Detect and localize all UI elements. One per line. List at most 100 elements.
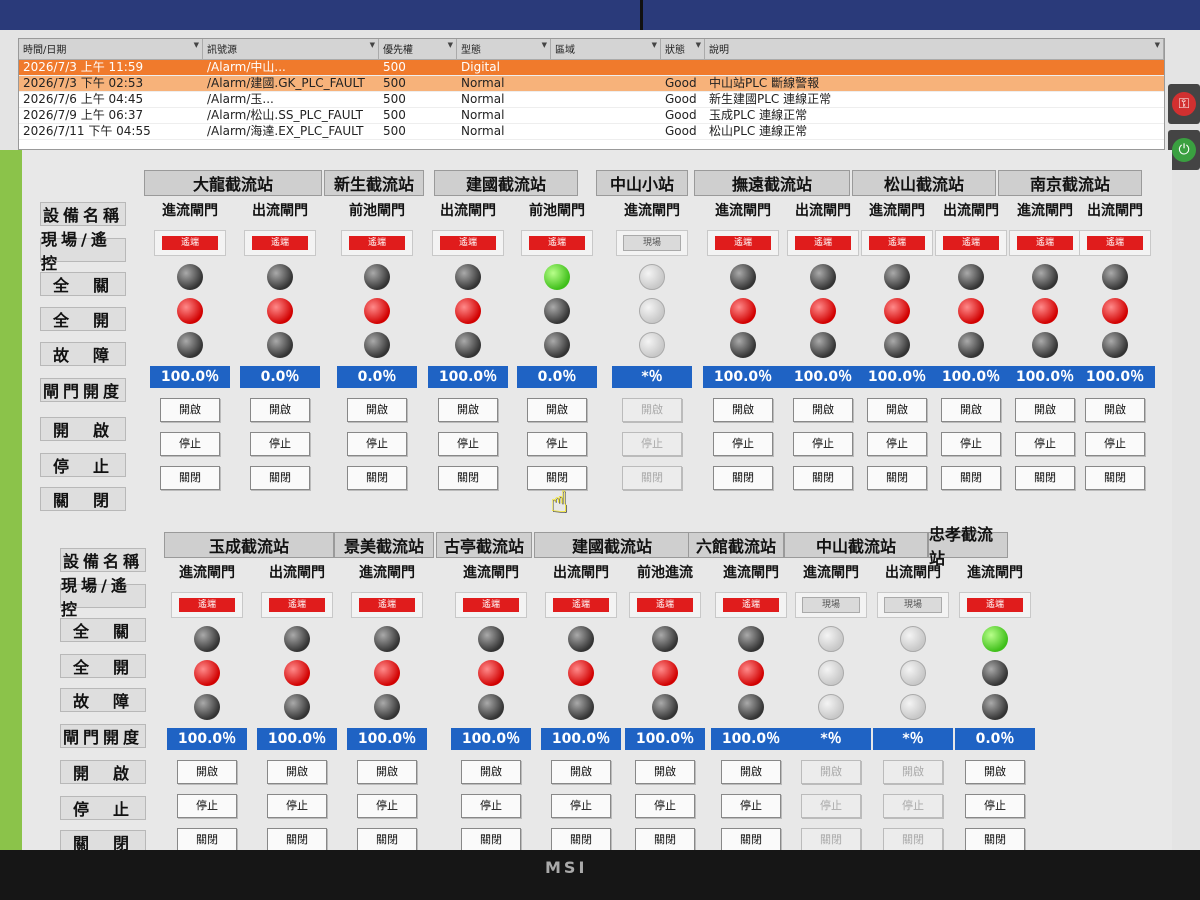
close-button[interactable]: 關閉 [1085, 466, 1145, 490]
alarm-row[interactable]: 2026/7/3 下午 02:53/Alarm/建國.GK_PLC_FAULT 5… [19, 76, 1164, 92]
open-button[interactable]: 開啟 [713, 398, 773, 422]
row-label-full-close: 全 關 [60, 618, 146, 642]
alarm-cell-state: Good [665, 92, 697, 106]
fault-lamp [194, 694, 220, 720]
close-button[interactable]: 關閉 [713, 466, 773, 490]
close-button[interactable]: 關閉 [793, 466, 853, 490]
col-source[interactable]: 訊號源 [203, 39, 379, 59]
open-button[interactable]: 開啟 [793, 398, 853, 422]
row-label-full-close: 全 關 [40, 272, 126, 296]
stop-button[interactable]: 停止 [250, 432, 310, 456]
col-priority[interactable]: 優先權 [379, 39, 457, 59]
stop-button[interactable]: 停止 [721, 794, 781, 818]
stop-button[interactable]: 停止 [347, 432, 407, 456]
open-button[interactable]: 開啟 [1085, 398, 1145, 422]
alarm-row[interactable]: 2026/7/11 下午 04:55/Alarm/海達.EX_PLC_FAULT… [19, 124, 1164, 140]
open-button[interactable]: 開啟 [721, 760, 781, 784]
fault-lamp [818, 694, 844, 720]
col-area[interactable]: 區域 [551, 39, 661, 59]
stop-button[interactable]: 停止 [438, 432, 498, 456]
stop-button[interactable]: 停止 [551, 794, 611, 818]
close-button[interactable]: 關閉 [347, 466, 407, 490]
row-label-stop: 停 止 [40, 453, 126, 477]
gate-name: 出流閘門 [553, 565, 609, 581]
close-button[interactable]: 關閉 [357, 828, 417, 852]
open-button[interactable]: 開啟 [250, 398, 310, 422]
open-button[interactable]: 開啟 [1015, 398, 1075, 422]
open-button[interactable]: 開啟 [267, 760, 327, 784]
gate-opening-value: 100.0％ [783, 366, 863, 388]
key-button[interactable]: ⚿ [1168, 84, 1200, 124]
full-open-lamp [884, 298, 910, 324]
alarm-cell-desc [705, 60, 1164, 75]
close-button[interactable]: 關閉 [160, 466, 220, 490]
alarm-cell-desc: 新生建國PLC 連線正常 [709, 92, 832, 106]
open-button[interactable]: 開啟 [941, 398, 1001, 422]
stop-button[interactable]: 停止 [527, 432, 587, 456]
close-button[interactable]: 關閉 [1015, 466, 1075, 490]
stop-button[interactable]: 停止 [267, 794, 327, 818]
close-button[interactable]: 關閉 [438, 466, 498, 490]
gate-name: 前池進流 [637, 565, 693, 581]
mode-text: 遙端 [349, 236, 405, 250]
alarm-cell-type: Normal [461, 92, 505, 106]
open-button[interactable]: 開啟 [357, 760, 417, 784]
col-time[interactable]: 時間/日期 [19, 39, 203, 59]
stop-button[interactable]: 停止 [177, 794, 237, 818]
close-button[interactable]: 關閉 [965, 828, 1025, 852]
close-button[interactable]: 關閉 [250, 466, 310, 490]
full-close-lamp [568, 626, 594, 652]
stop-button[interactable]: 停止 [1085, 432, 1145, 456]
stop-button[interactable]: 停止 [941, 432, 1001, 456]
full-close-lamp [639, 264, 665, 290]
stop-button[interactable]: 停止 [357, 794, 417, 818]
close-button[interactable]: 關閉 [551, 828, 611, 852]
alarm-row[interactable]: 2026/7/3 上午 11:59/Alarm/中山... 500 Digital [19, 60, 1164, 76]
alarm-row[interactable]: 2026/7/9 上午 06:37/Alarm/松山.SS_PLC_FAULT 5… [19, 108, 1164, 124]
full-close-lamp [194, 626, 220, 652]
open-button[interactable]: 開啟 [867, 398, 927, 422]
gate-opening-value: 0.0％ [517, 366, 597, 388]
alarm-cell-area [551, 108, 661, 123]
close-button[interactable]: 關閉 [461, 828, 521, 852]
full-open-lamp [568, 660, 594, 686]
stop-button[interactable]: 停止 [713, 432, 773, 456]
stop-button[interactable]: 停止 [867, 432, 927, 456]
close-button[interactable]: 關閉 [941, 466, 1001, 490]
alarm-cell-time: 2026/7/11 下午 04:55 [23, 124, 151, 138]
stop-button[interactable]: 停止 [965, 794, 1025, 818]
open-button[interactable]: 開啟 [347, 398, 407, 422]
close-button[interactable]: 關閉 [267, 828, 327, 852]
col-state[interactable]: 狀態 [661, 39, 705, 59]
open-button[interactable]: 開啟 [160, 398, 220, 422]
open-button[interactable]: 開啟 [527, 398, 587, 422]
col-desc[interactable]: 說明 [705, 39, 1164, 59]
fault-lamp [478, 694, 504, 720]
open-button[interactable]: 開啟 [438, 398, 498, 422]
open-button[interactable]: 開啟 [635, 760, 695, 784]
open-button[interactable]: 開啟 [461, 760, 521, 784]
full-open-lamp [652, 660, 678, 686]
alarm-row[interactable]: 2026/7/6 上午 04:45/Alarm/玉... 500 Normal Goo… [19, 92, 1164, 108]
gate-panel: 設備名稱 現場/遙控全 關全 開故 障閘門開度開 啟停 止關 閉大龍截流站 新生截流… [22, 150, 1172, 854]
stop-button[interactable]: 停止 [793, 432, 853, 456]
alarm-cell-time: 2026/7/6 上午 04:45 [23, 92, 144, 106]
open-button: 開啟 [883, 760, 943, 784]
row-label-full-open: 全 開 [60, 654, 146, 678]
col-type[interactable]: 型態 [457, 39, 551, 59]
stop-button[interactable]: 停止 [461, 794, 521, 818]
stop-button[interactable]: 停止 [1015, 432, 1075, 456]
full-open-lamp [364, 298, 390, 324]
stop-button[interactable]: 停止 [160, 432, 220, 456]
close-button[interactable]: 關閉 [177, 828, 237, 852]
open-button[interactable]: 開啟 [965, 760, 1025, 784]
open-button[interactable]: 開啟 [551, 760, 611, 784]
open-button[interactable]: 開啟 [177, 760, 237, 784]
close-button[interactable]: 關閉 [635, 828, 695, 852]
power-button[interactable]: ⏻ [1168, 130, 1200, 170]
close-button[interactable]: 關閉 [867, 466, 927, 490]
close-button[interactable]: 關閉 [721, 828, 781, 852]
stop-button[interactable]: 停止 [635, 794, 695, 818]
full-close-lamp [818, 626, 844, 652]
alarm-table[interactable]: 時間/日期 訊號源 優先權 型態 區域 狀態 說明 2026/7/3 上午 11… [18, 38, 1165, 150]
